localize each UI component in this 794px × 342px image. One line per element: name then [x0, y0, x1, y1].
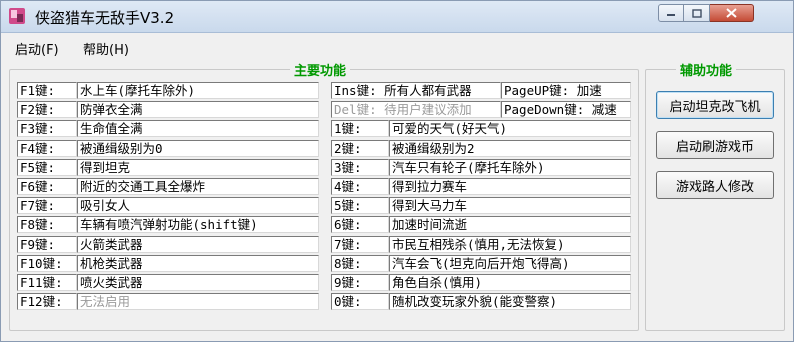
hotkey-function: 被通缉级别为2	[389, 140, 631, 157]
hotkey-function: 无法启用	[77, 293, 319, 310]
hotkey-function: 火箭类武器	[77, 236, 319, 253]
hotkey-label: 3键:	[331, 159, 389, 176]
hotkey-function: 加速时间流逝	[389, 216, 631, 233]
menu-bar: 启动(F) 帮助(H)	[1, 34, 793, 58]
hotkey-function: 防弹衣全满	[77, 101, 319, 118]
title-bar[interactable]: 侠盗猎车无敌手V3.2	[1, 1, 793, 33]
pedestrian-modify-button[interactable]: 游戏路人修改	[656, 171, 774, 199]
hotkey-label: F6键:	[17, 178, 77, 195]
minimize-icon	[667, 14, 675, 16]
app-window: 侠盗猎车无敌手V3.2 启动(F) 帮助(H) 主要功能 F1键: 水上车(摩托车…	[0, 0, 794, 342]
hotkey-label: 6键:	[331, 216, 389, 233]
hotkey-label: F7键:	[17, 197, 77, 214]
hotkey-function: 得到拉力赛车	[389, 178, 631, 195]
hotkey-function: PageUP键: 加速	[501, 82, 631, 99]
hotkey-label: F5键:	[17, 159, 77, 176]
hotkey-function: 得到大马力车	[389, 197, 631, 214]
hotkey-function: 得到坦克	[77, 159, 319, 176]
hotkey-function: 车辆有喷汽弹射功能(shift键)	[77, 216, 319, 233]
tank-to-plane-button[interactable]: 启动坦克改飞机	[656, 91, 774, 119]
hotkey-function: 随机改变玩家外貌(能变警察)	[389, 293, 631, 310]
hotkey-function: 附近的交通工具全爆炸	[77, 178, 319, 195]
hotkey-function: 水上车(摩托车除外)	[77, 82, 319, 99]
main-functions-title: 主要功能	[290, 60, 351, 79]
money-button[interactable]: 启动刷游戏币	[656, 131, 774, 159]
hotkey-label: F4键:	[17, 140, 77, 157]
hotkey-function: 角色自杀(慎用)	[389, 274, 631, 291]
hotkey-function: 汽车会飞(坦克向后开炮飞得高)	[389, 255, 631, 272]
hotkey-label: 9键:	[331, 274, 389, 291]
hotkey-function: 汽车只有轮子(摩托车除外)	[389, 159, 631, 176]
hotkey-label: F1键:	[17, 82, 77, 99]
hotkey-label: 7键:	[331, 236, 389, 253]
maximize-icon	[691, 8, 702, 18]
maximize-button[interactable]	[684, 4, 710, 22]
hotkey-label: 5键:	[331, 197, 389, 214]
menu-help[interactable]: 帮助(H)	[83, 39, 129, 58]
window-title: 侠盗猎车无敌手V3.2	[35, 9, 175, 27]
hotkey-label: 8键:	[331, 255, 389, 272]
hotkey-label: Ins键: 所有人都有武器	[331, 82, 501, 99]
close-icon	[726, 8, 737, 18]
hotkey-label: F9键:	[17, 236, 77, 253]
hotkey-label: F8键:	[17, 216, 77, 233]
hotkey-label: F12键:	[17, 293, 77, 310]
hotkey-function: 可爱的天气(好天气)	[389, 120, 631, 137]
hotkey-function: 吸引女人	[77, 197, 319, 214]
hotkey-label: F11键:	[17, 274, 77, 291]
hotkey-label: 0键:	[331, 293, 389, 310]
close-button[interactable]	[710, 4, 754, 22]
minimize-button[interactable]	[658, 4, 684, 22]
hotkey-label: 1键:	[331, 120, 389, 137]
hotkey-function: 生命值全满	[77, 120, 319, 137]
hotkey-function: 市民互相残杀(慎用,无法恢复)	[389, 236, 631, 253]
hotkey-label: F2键:	[17, 101, 77, 118]
hotkey-function: 被通缉级别为0	[77, 140, 319, 157]
app-icon	[9, 8, 25, 24]
hotkey-label: 2键:	[331, 140, 389, 157]
hotkey-label: 4键:	[331, 178, 389, 195]
hotkey-label: Del键: 待用户建议添加	[331, 101, 501, 118]
menu-start[interactable]: 启动(F)	[15, 39, 59, 58]
hotkey-function: 喷火类武器	[77, 274, 319, 291]
hotkey-function: 机枪类武器	[77, 255, 319, 272]
hotkey-function: PageDown键: 减速	[501, 101, 631, 118]
aux-functions-title: 辅助功能	[676, 60, 737, 79]
hotkey-label: F3键:	[17, 120, 77, 137]
hotkey-label: F10键:	[17, 255, 77, 272]
